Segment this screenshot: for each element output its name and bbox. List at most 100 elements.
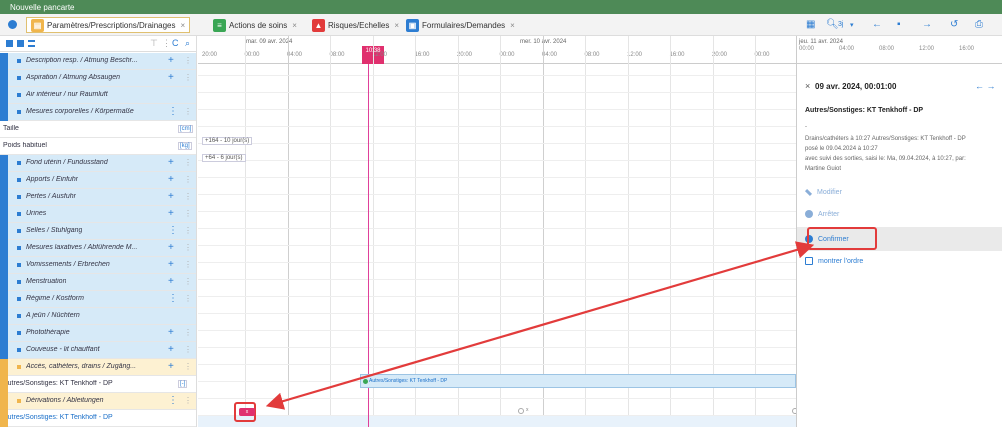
bullet-icon: [17, 110, 21, 114]
close-icon[interactable]: ×: [394, 21, 399, 30]
add-icon[interactable]: +: [168, 327, 174, 338]
drag-handle-icon[interactable]: ⋮: [184, 175, 192, 184]
parameter-row[interactable]: Régime / Kostform ⋮ ⋮: [0, 291, 196, 308]
add-icon[interactable]: +: [168, 361, 174, 372]
drag-handle-icon[interactable]: ⋮: [184, 294, 192, 303]
add-icon[interactable]: +: [168, 208, 174, 219]
drag-handle-icon[interactable]: ⋮: [184, 192, 192, 201]
add-icon[interactable]: +: [168, 242, 174, 253]
parameter-row[interactable]: Selles / Stuhlgang ⋮ ⋮: [0, 223, 196, 240]
event-marker[interactable]: [518, 408, 524, 414]
parameter-row[interactable]: Photothérapie + ⋮: [0, 325, 196, 342]
drag-handle-icon[interactable]: ⋮: [184, 209, 192, 218]
parameter-row[interactable]: Couveuse - lit chauffant + ⋮: [0, 342, 196, 359]
tab-parametres[interactable]: ▤ Paramètres/Prescriptions/Drainages ×: [26, 17, 191, 33]
drag-handle-icon[interactable]: ⋮: [184, 396, 192, 405]
filter-icon[interactable]: ⊤: [150, 38, 158, 49]
more-icon[interactable]: ⋮: [168, 395, 178, 406]
drag-handle-icon[interactable]: ⋮: [184, 345, 192, 354]
print-icon[interactable]: ⎙: [975, 19, 983, 30]
add-icon[interactable]: +: [168, 174, 174, 185]
parameter-row[interactable]: Dérivations / Ableitungen ⋮ ⋮: [0, 393, 196, 410]
close-icon[interactable]: ×: [181, 21, 186, 30]
drag-handle-icon[interactable]: ⋮: [184, 226, 192, 235]
add-icon[interactable]: +: [168, 344, 174, 355]
add-icon[interactable]: +: [168, 276, 174, 287]
drag-handle-icon[interactable]: ⋮: [184, 243, 192, 252]
parameter-row[interactable]: Mesures laxatives / Abführende M... + ⋮: [0, 240, 196, 257]
chevron-down-icon[interactable]: ▾: [850, 21, 854, 29]
drag-handle-icon[interactable]: ⋮: [184, 362, 192, 371]
parameter-row[interactable]: Taille [cm]: [0, 121, 196, 138]
parameter-row[interactable]: Menstruation + ⋮: [0, 274, 196, 291]
parameter-row[interactable]: Apports / Einfuhr + ⋮: [0, 172, 196, 189]
event-label: Autres/Sonstiges: KT Tenkhoff - DP: [369, 378, 448, 384]
add-icon[interactable]: +: [168, 157, 174, 168]
more-icon[interactable]: ⋮: [168, 225, 178, 236]
parameter-row[interactable]: Aspiration / Atmung Absaugen + ⋮: [0, 70, 196, 87]
calendar-icon[interactable]: ▦: [806, 19, 815, 30]
drag-handle-icon[interactable]: ⋮: [184, 158, 192, 167]
collapse-icon[interactable]: [17, 40, 24, 47]
parameter-row[interactable]: Urines + ⋮: [0, 206, 196, 223]
home-icon[interactable]: [8, 20, 17, 29]
row-side-marker: [0, 342, 8, 359]
search-icon[interactable]: ⌕: [185, 38, 190, 49]
warning-icon: ▲: [312, 18, 325, 32]
more-icon[interactable]: ⋮: [162, 38, 171, 49]
close-icon[interactable]: ×: [805, 81, 810, 91]
modify-button[interactable]: Modifier: [804, 184, 842, 200]
confirm-pending-tag[interactable]: x: [239, 408, 255, 416]
add-icon[interactable]: +: [168, 55, 174, 66]
drag-handle-icon[interactable]: ⋮: [184, 73, 192, 82]
drag-handle-icon[interactable]: ⋮: [184, 260, 192, 269]
close-icon[interactable]: ×: [292, 21, 297, 30]
parameter-row[interactable]: Autres/Sonstiges: KT Tenkhoff - DP [-]: [0, 376, 196, 393]
parameter-row[interactable]: Autres/Sonstiges: KT Tenkhoff - DP: [0, 410, 196, 427]
parameter-row[interactable]: Fond utérin / Fundusstand + ⋮: [0, 155, 196, 172]
parameter-row[interactable]: Air intérieur / nur Raumluft: [0, 87, 196, 104]
zoom-icon[interactable]: 🔍︎: [826, 19, 839, 30]
add-icon[interactable]: +: [168, 259, 174, 270]
drag-handle-icon[interactable]: ⋮: [184, 328, 192, 337]
history-icon[interactable]: ↺: [950, 19, 958, 30]
more-icon[interactable]: ⋮: [168, 293, 178, 304]
nav-arrows-icon[interactable]: ← →: [975, 81, 996, 91]
catheter-event-bar[interactable]: Autres/Sonstiges: KT Tenkhoff - DP: [360, 374, 796, 388]
drag-handle-icon[interactable]: ⋮: [184, 277, 192, 286]
save-icon[interactable]: ▪: [897, 19, 901, 30]
arrow-right-icon[interactable]: →: [922, 19, 932, 30]
add-icon[interactable]: +: [168, 191, 174, 202]
taille-value[interactable]: +164 - 10 jour(s): [202, 137, 253, 145]
grid-horizontal-line: [198, 92, 796, 93]
parameter-row[interactable]: Poids habituel [kg]: [0, 138, 196, 155]
show-order-button[interactable]: montrer l'ordre: [805, 253, 863, 269]
zoom-select[interactable]: 3j: [838, 21, 843, 28]
timeline-grid[interactable]: mar. 09 avr. 2024 mer. 10 avr. 2024 10:3…: [198, 36, 796, 427]
parameter-list: ⊤ ⋮ C ⌕ Description resp. / Atmung Besch…: [0, 36, 197, 427]
parameter-row[interactable]: A jeûn / Nüchtern: [0, 308, 196, 325]
parameter-row[interactable]: Accès, cathéters, drains / Zugäng... + ⋮: [0, 359, 196, 376]
parameter-row[interactable]: Pertes / Ausfuhr + ⋮: [0, 189, 196, 206]
more-icon[interactable]: ⋮: [168, 106, 178, 117]
refresh-icon[interactable]: C: [172, 38, 179, 48]
parameter-row[interactable]: Mesures corporelles / Körpermaße ⋮ ⋮: [0, 104, 196, 121]
arrow-left-icon[interactable]: ←: [872, 19, 882, 30]
drag-handle-icon[interactable]: ⋮: [184, 107, 192, 116]
parameter-label: Aspiration / Atmung Absaugen: [26, 74, 121, 81]
parameter-row[interactable]: Description resp. / Atmung Beschr... + ⋮: [0, 53, 196, 70]
add-icon[interactable]: +: [168, 72, 174, 83]
tab-formulaires[interactable]: ▣ Formulaires/Demandes ×: [406, 17, 515, 33]
menu-icon[interactable]: [28, 40, 35, 47]
drag-handle-icon[interactable]: ⋮: [184, 56, 192, 65]
stop-button[interactable]: Arrêter: [805, 206, 839, 222]
grid-vertical-line: [245, 36, 246, 427]
close-icon[interactable]: ×: [510, 21, 515, 30]
tab-actions-de-soins[interactable]: ≡ Actions de soins ×: [213, 17, 297, 33]
document-icon: [805, 257, 813, 265]
poids-value[interactable]: +64 - 6 jour(s): [202, 154, 246, 162]
tab-risques[interactable]: ▲ Risques/Echelles ×: [312, 17, 399, 33]
expand-icon[interactable]: [6, 40, 13, 47]
list-icon: ≡: [213, 18, 226, 32]
parameter-row[interactable]: Vomissements / Erbrechen + ⋮: [0, 257, 196, 274]
